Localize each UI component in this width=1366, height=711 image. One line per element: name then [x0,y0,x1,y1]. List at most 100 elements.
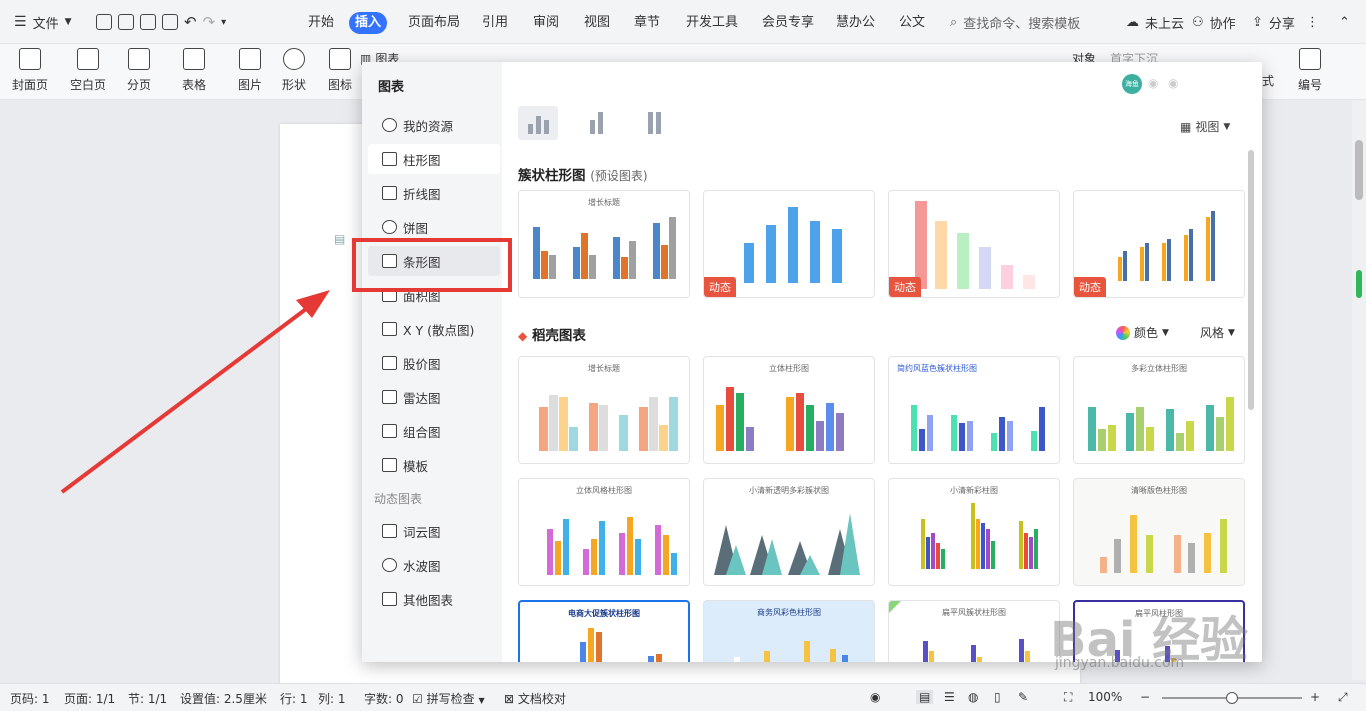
zoom-slider-thumb[interactable] [1226,692,1238,704]
sidebar-item-scatter[interactable]: X Y (散点图) [368,314,500,344]
fullscreen-icon[interactable]: ⤢ [1338,690,1348,705]
sidebar-item-stock[interactable]: 股价图 [368,348,500,378]
eye-protection-icon[interactable]: ◉ [870,690,880,704]
tab-start[interactable]: 开始 [302,12,340,34]
chart-template-card[interactable]: 立体风格柱形图 [518,478,690,586]
collapse-ribbon-icon[interactable]: ⌃ [1339,15,1350,30]
proofread-button[interactable]: ⊠ 文档校对 [504,690,566,707]
tab-smart-office[interactable]: 慧办公 [830,12,881,34]
export-icon[interactable] [118,14,134,30]
sidebar-item-line[interactable]: 折线图 [368,178,500,208]
table-button[interactable]: 表格 [182,48,206,93]
chart-template-card[interactable]: 电商大促簇状柱形图 [518,600,690,662]
more-icon[interactable]: ▾ [221,17,226,28]
chart-template-card[interactable]: 商务风彩色柱形图 [703,600,875,662]
sidebar-item-combo[interactable]: 组合图 [368,416,500,446]
tab-insert[interactable]: 插入 [349,12,388,34]
share-button[interactable]: ⇪ 分享 [1252,12,1295,32]
write-mode-icon[interactable]: ✎ [1018,690,1028,704]
sidebar-item-other[interactable]: 其他图表 [368,584,500,614]
tab-layout[interactable]: 页面布局 [402,12,466,34]
file-menu[interactable]: ☰ 文件 ▼ [14,12,72,32]
sidebar-item-label: 水波图 [403,558,441,574]
command-search[interactable]: ⌕ 查找命令、搜索模板 [950,12,1080,32]
zoom-out-button[interactable]: − [1140,690,1150,704]
chart-template-card[interactable]: 动态 [1073,190,1245,298]
chart-template-card[interactable]: 清晰版色柱形图 [1073,478,1245,586]
status-setting[interactable]: 设置值: 2.5厘米 [180,690,267,707]
picture-button[interactable]: 图片 [238,48,262,93]
read-view-icon[interactable]: ▯ [994,690,1001,704]
chart-template-card[interactable]: 多彩立体柱形图 [1073,356,1245,464]
cloud-status[interactable]: ☁ 未上云 [1126,12,1184,32]
chart-template-card[interactable]: 动态 [703,190,875,298]
preview-icon[interactable] [162,14,178,30]
sidebar-item-liquid[interactable]: 水波图 [368,550,500,580]
collab-button[interactable]: ⚇ 协作 [1192,12,1236,32]
sidebar-item-pie[interactable]: 饼图 [368,212,500,242]
zoom-level[interactable]: 100% [1088,690,1122,704]
clustered-column-type[interactable] [518,106,558,140]
chart-template-card[interactable]: 简约风蓝色簇状柱形图 [888,356,1060,464]
more-options[interactable]: ⋮ ⌃ [1306,12,1350,32]
status-section[interactable]: 节: 1/1 [128,690,167,707]
tab-view[interactable]: 视图 [578,12,616,34]
save-icon[interactable] [96,14,112,30]
chart-template-card[interactable]: 小清新透明多彩簇状图 [703,478,875,586]
cover-page-button[interactable]: 封面页 [12,48,48,93]
fit-page-icon[interactable]: ⛶ [1064,690,1072,705]
docer-logo-icon: ◆ [518,329,528,343]
outline-view-icon[interactable]: ☰ [944,690,955,704]
percent-column-type[interactable] [634,106,674,140]
status-pages[interactable]: 页面: 1/1 [64,690,115,707]
tab-member[interactable]: 会员专享 [756,12,820,34]
tab-chapter[interactable]: 章节 [628,12,666,34]
chevron-down-icon: ▼ [1223,121,1231,132]
web-view-icon[interactable]: ◍ [968,690,978,704]
view-toggle[interactable]: ▦ 视图 ▼ [1180,118,1230,135]
page-break-button[interactable]: 分页 [127,48,151,93]
gallery-scrollbar[interactable] [1248,150,1254,410]
scroll-thumb[interactable] [1355,140,1363,200]
status-col[interactable]: 列: 1 [318,690,346,707]
blank-page-button[interactable]: 空白页 [70,48,106,93]
chart-template-card[interactable]: 动态 [888,190,1060,298]
sidebar-item-my-resources[interactable]: 我的资源 [368,110,500,140]
stacked-column-type[interactable] [576,106,616,140]
shape-button[interactable]: 形状 [282,48,306,93]
avatar[interactable]: 海鱼 [1122,74,1142,94]
sidebar-item-column[interactable]: 柱形图 [368,144,500,174]
sidebar-item-label: X Y (散点图) [403,322,475,338]
chart-template-card[interactable]: 小清新彩柱图 [888,478,1060,586]
chart-template-card[interactable]: 扁平风簇状柱形图 [888,600,1060,662]
sidebar-item-area[interactable]: 面积图 [368,280,500,310]
page-view-icon[interactable]: ▤ [916,690,934,704]
status-page[interactable]: 页码: 1 [10,690,50,707]
zoom-slider[interactable] [1162,692,1302,704]
undo-icon[interactable]: ↶ [184,13,197,31]
zoom-in-button[interactable]: + [1310,690,1320,704]
icon-button[interactable]: 图标 [328,48,352,93]
chart-template-card[interactable]: 增长标题 [518,356,690,464]
tab-developer[interactable]: 开发工具 [680,12,744,34]
vertical-scrollbar[interactable] [1352,100,1366,680]
numbering-button[interactable]: 编号 [1298,48,1322,93]
section-title-text: 稻壳图表 [531,328,586,344]
sidebar-item-radar[interactable]: 雷达图 [368,382,500,412]
style-button[interactable]: 式 [1262,72,1274,89]
tab-review[interactable]: 审阅 [527,12,565,34]
chart-template-card[interactable]: 立体柱形图 [703,356,875,464]
style-dropdown[interactable]: 风格 ▼ [1200,324,1235,341]
status-words[interactable]: 字数: 0 [364,690,404,707]
status-row[interactable]: 行: 1 [280,690,308,707]
sidebar-item-bar[interactable]: 条形图 [368,246,500,276]
print-icon[interactable] [140,14,156,30]
spell-check-button[interactable]: ☑ 拼写检查 ▼ [412,690,485,707]
redo-icon[interactable]: ↷ [203,13,216,31]
sidebar-item-wordcloud[interactable]: 词云图 [368,516,500,546]
tab-official-doc[interactable]: 公文 [893,12,931,34]
color-dropdown[interactable]: 颜色 ▼ [1116,324,1169,341]
tab-reference[interactable]: 引用 [476,12,514,34]
chart-template-card[interactable]: 增长标题 [518,190,690,298]
sidebar-item-template[interactable]: 模板 [368,450,500,480]
